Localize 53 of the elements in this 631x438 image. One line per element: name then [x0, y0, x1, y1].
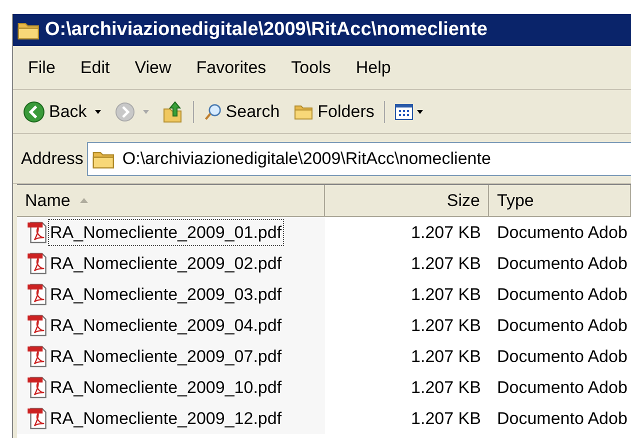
menu-item[interactable]: File: [28, 54, 56, 80]
back-button[interactable]: Back: [19, 98, 105, 124]
file-type: Documento Adob: [496, 346, 628, 368]
file-type: Documento Adob: [496, 314, 628, 337]
pdf-file-icon: [27, 314, 47, 337]
file-name: RA_Nomecliente_2009_04.pdf: [49, 314, 283, 337]
file-size: 1.207 KB: [410, 376, 482, 399]
file-type: Documento Adob: [496, 408, 628, 430]
dropdown-caret-icon: [417, 110, 424, 114]
menu-item[interactable]: Edit: [80, 54, 110, 80]
file-name: RA_Nomecliente_2009_07.pdf: [49, 346, 283, 368]
menu-item[interactable]: View: [134, 54, 172, 80]
menu-item[interactable]: Favorites: [196, 54, 266, 80]
pdf-file-icon: [27, 252, 47, 275]
dropdown-caret-icon: [142, 110, 149, 114]
file-name: RA_Nomecliente_2009_12.pdf: [49, 408, 283, 430]
sort-ascending-icon: [80, 198, 88, 203]
search-icon: [204, 102, 222, 120]
folders-icon: [294, 103, 314, 120]
search-button[interactable]: Search: [200, 98, 284, 124]
file-size: 1.207 KB: [410, 222, 482, 244]
file-size: 1.207 KB: [410, 284, 482, 306]
pdf-file-icon: [27, 283, 47, 306]
pdf-file-icon: [27, 345, 47, 368]
address-path: O:\archiviazionedigitale\2009\RitAcc\nomecliente: [122, 148, 491, 170]
file-name: RA_Nomecliente_2009_01.pdf: [49, 220, 283, 246]
file-type: Documento Adob: [496, 376, 628, 399]
folder-up-arrow-icon: [162, 100, 183, 122]
pdf-file-icon: [27, 407, 47, 430]
menu-item[interactable]: Tools: [291, 54, 331, 80]
file-size: 1.207 KB: [410, 314, 482, 337]
window-title: O:\archiviazionedigitale\2009\RitAcc\nomecliente: [45, 18, 488, 42]
column-header[interactable]: Size: [325, 185, 489, 216]
file-name: RA_Nomecliente_2009_02.pdf: [49, 252, 283, 275]
file-size: 1.207 KB: [410, 408, 482, 430]
file-name: RA_Nomecliente_2009_03.pdf: [49, 284, 283, 306]
dropdown-caret-icon: [94, 110, 101, 114]
file-type: Documento Adob: [496, 222, 628, 244]
file-type: Documento Adob: [496, 284, 628, 306]
column-header[interactable]: Name: [17, 185, 325, 216]
views-grid-icon: [395, 104, 414, 120]
folder-icon: [17, 20, 41, 40]
address-label: Address: [21, 148, 84, 170]
pdf-file-icon: [27, 221, 47, 244]
file-size: 1.207 KB: [410, 252, 482, 275]
folders-button[interactable]: Folders: [290, 98, 378, 124]
menu-item[interactable]: Help: [356, 54, 391, 80]
column-header[interactable]: Type: [489, 185, 631, 216]
file-size: 1.207 KB: [410, 346, 482, 368]
pdf-file-icon: [27, 376, 47, 399]
file-type: Documento Adob: [496, 252, 628, 275]
address-field[interactable]: O:\archiviazionedigitale\2009\RitAcc\nomecliente: [87, 142, 631, 176]
file-name: RA_Nomecliente_2009_10.pdf: [49, 376, 283, 399]
